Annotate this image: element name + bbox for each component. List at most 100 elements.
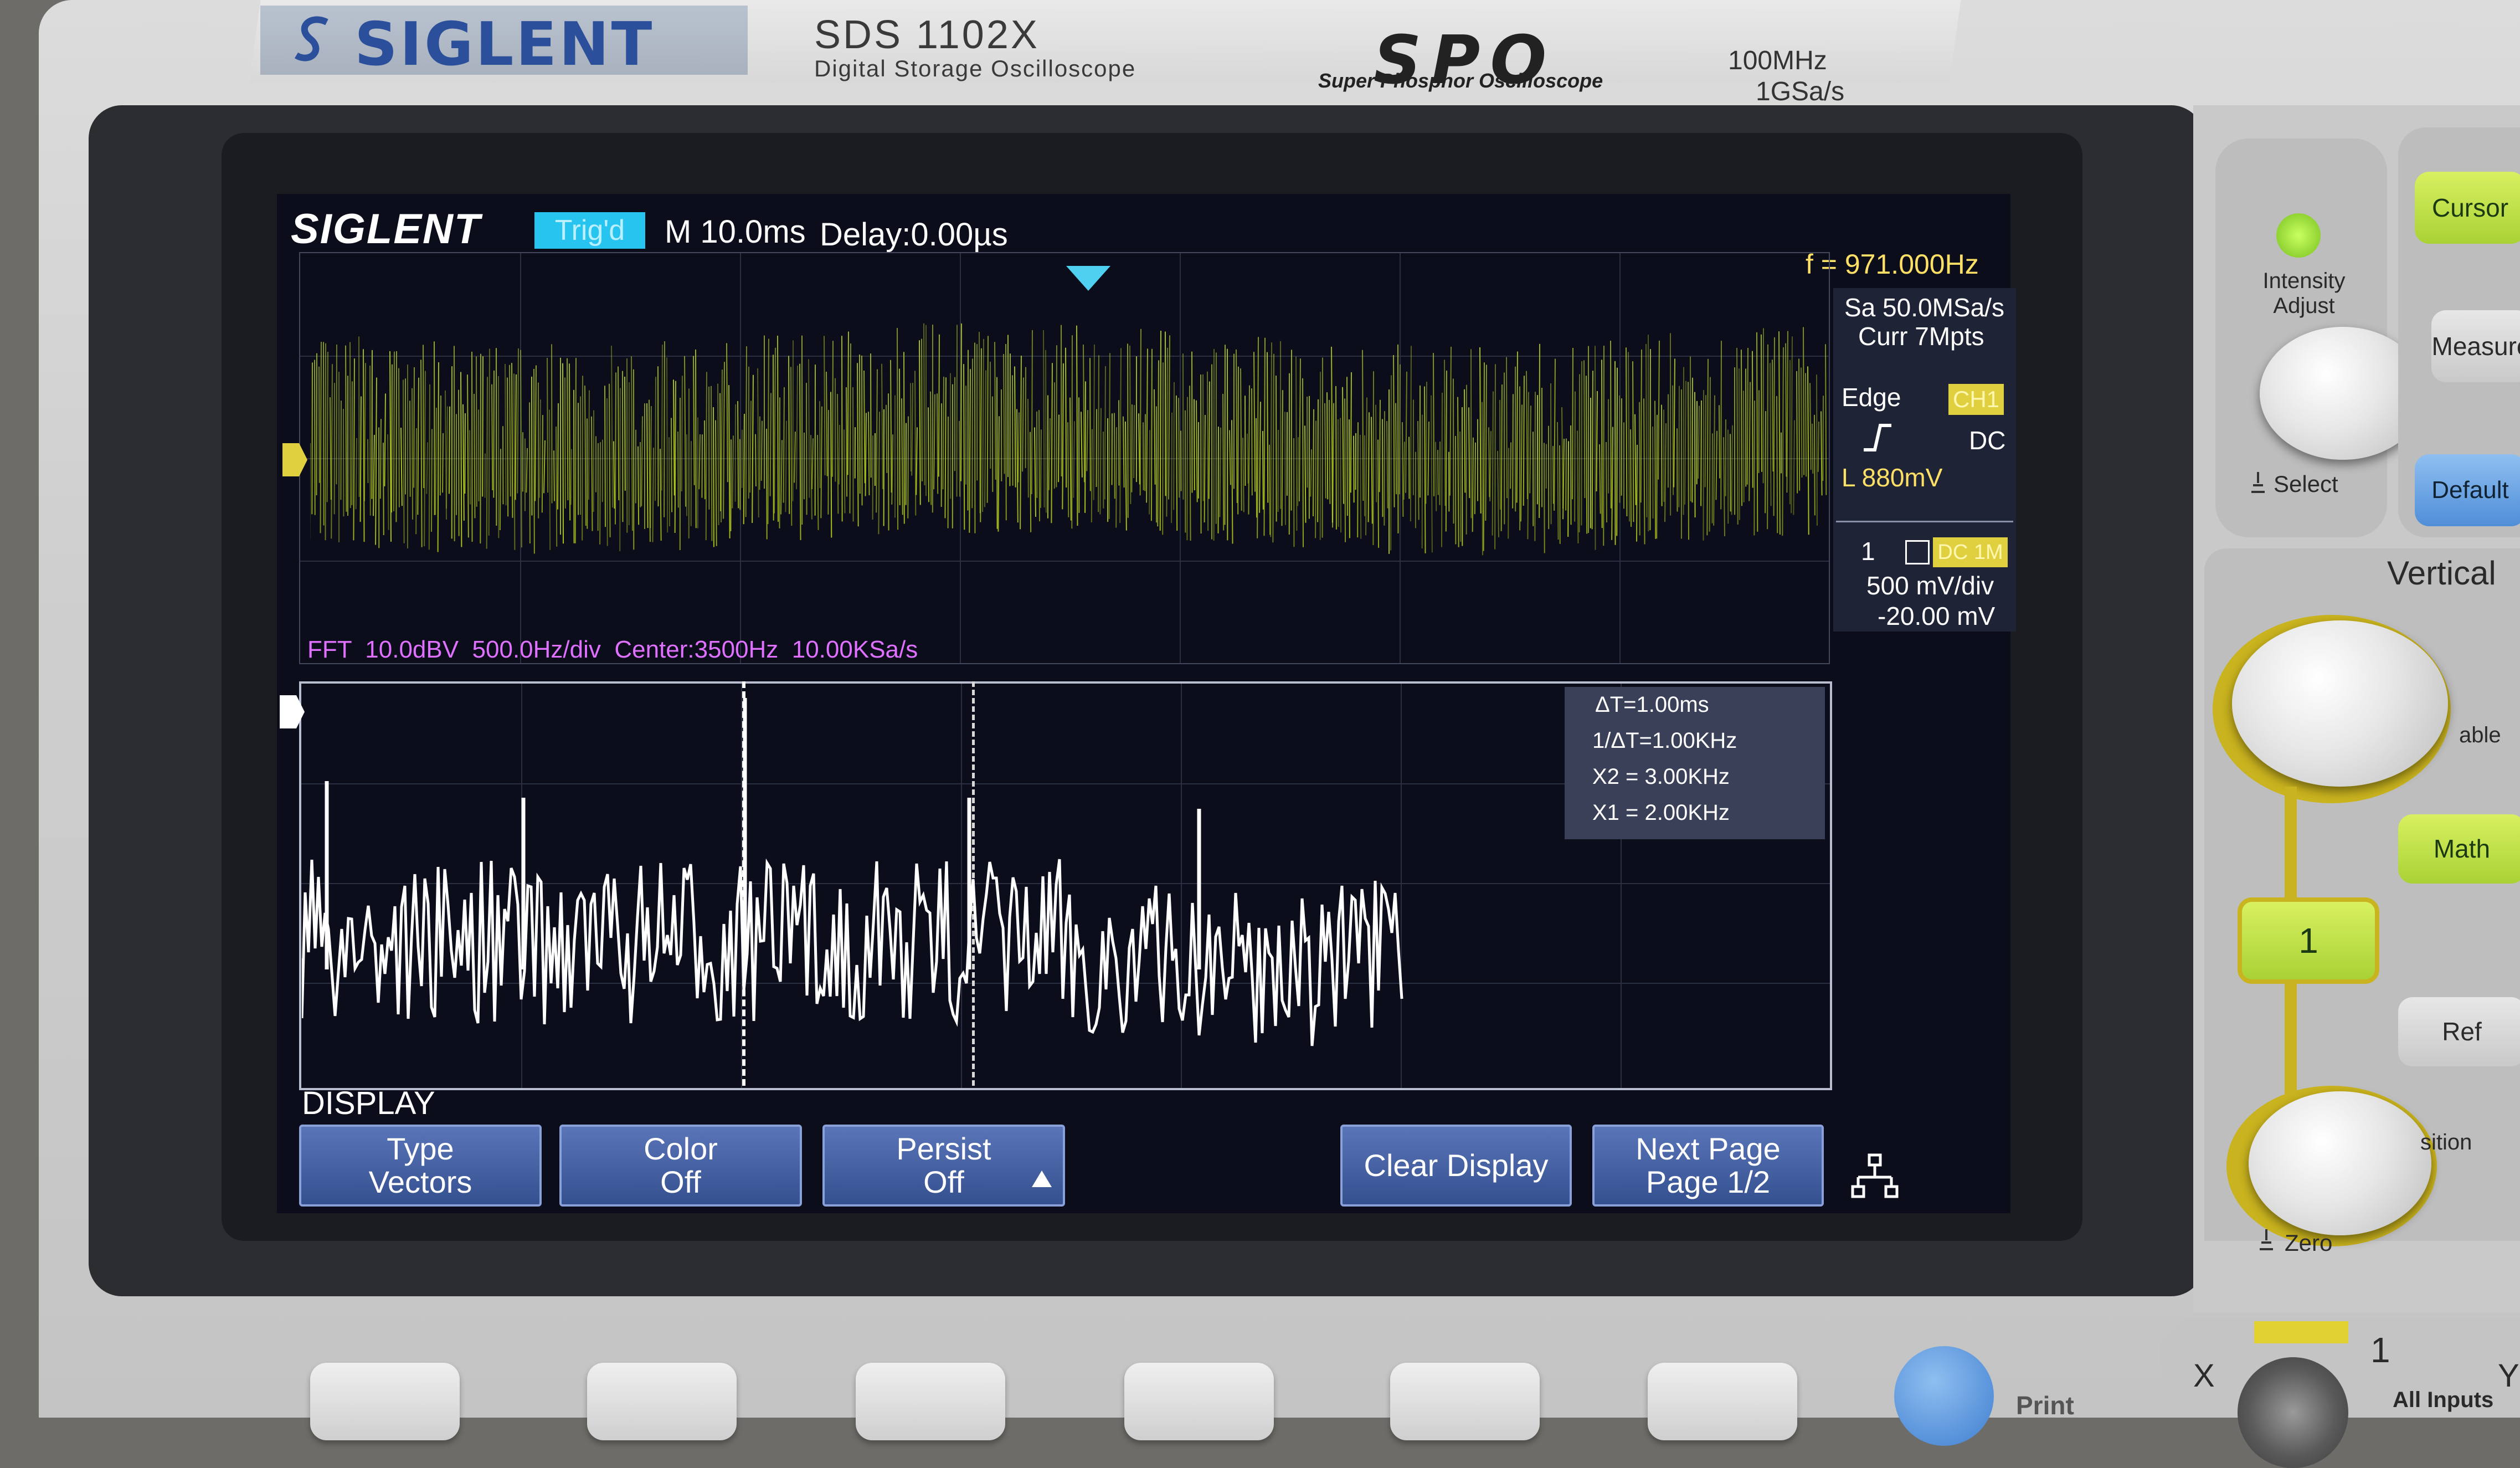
ch1-trace-segment xyxy=(817,435,818,530)
ch1-trace-segment xyxy=(323,342,324,525)
menu-title: DISPLAY xyxy=(302,1085,435,1122)
hw-softkey-3[interactable] xyxy=(856,1363,1005,1440)
ch1-trace-segment xyxy=(1143,422,1144,490)
softkey-color[interactable]: Color Off xyxy=(559,1125,802,1207)
cursor-x2-value: X2 = 3.00KHz xyxy=(1592,764,1730,789)
ch1-trace-segment xyxy=(669,437,670,526)
ch1-trace-segment xyxy=(1825,344,1826,495)
softkey-next-page[interactable]: Next Page Page 1/2 xyxy=(1592,1125,1824,1207)
ch1-trace-segment xyxy=(1125,422,1127,531)
hw-softkey-5[interactable] xyxy=(1390,1363,1540,1440)
ch1-trace-segment xyxy=(1586,376,1587,533)
measure-button[interactable]: Measure xyxy=(2431,310,2520,382)
hw-softkey-6[interactable] xyxy=(1648,1363,1797,1440)
ch1-trace-segment xyxy=(350,342,351,509)
ch1-trace-segment xyxy=(1146,348,1148,502)
ch1-trace-segment xyxy=(826,372,827,476)
ch1-trace-segment xyxy=(1526,371,1528,499)
position-label: sition xyxy=(2420,1130,2472,1155)
volts-div-knob[interactable] xyxy=(2232,620,2448,787)
bnc-input-connector[interactable] xyxy=(2238,1357,2348,1468)
brand-logo: SIGLENT xyxy=(354,10,654,79)
ch1-trace-segment xyxy=(882,364,883,489)
ch1-trace-segment xyxy=(476,357,477,507)
ch1-trace-segment xyxy=(650,406,651,528)
ch1-trace-segment xyxy=(401,428,402,506)
math-button[interactable]: Math xyxy=(2398,814,2520,884)
ch1-trace-segment xyxy=(1362,350,1363,501)
ch1-trace-segment xyxy=(615,372,616,524)
hw-softkey-2[interactable] xyxy=(587,1363,737,1440)
ch1-trace-segment xyxy=(449,407,450,494)
ch1-trace-segment xyxy=(1169,335,1170,499)
ch1-trace-segment xyxy=(1160,331,1161,531)
ch1-trace-segment xyxy=(611,346,613,507)
softkey-persist[interactable]: Persist Off xyxy=(822,1125,1065,1207)
ch1-trace-segment xyxy=(1818,422,1819,472)
ch1-trace-segment xyxy=(699,434,700,489)
default-button[interactable]: Default xyxy=(2415,454,2520,526)
ch1-trace-segment xyxy=(821,407,822,519)
ch1-trace-segment xyxy=(1259,402,1261,513)
ch1-trace-segment xyxy=(864,371,865,483)
ch1-trace-segment xyxy=(440,396,441,495)
print-button[interactable] xyxy=(1894,1346,1994,1446)
ch1-trace-segment xyxy=(489,348,490,535)
all-inputs-label: All Inputs xyxy=(2393,1388,2493,1413)
fft-offset-marker-icon xyxy=(280,695,305,728)
channel-1-button[interactable]: 1 xyxy=(2238,897,2379,984)
ch1-trace-segment xyxy=(995,342,996,480)
frequency-readout: f = 971.000Hz xyxy=(1806,248,1979,280)
ch1-trace-segment xyxy=(718,384,719,525)
ch1-trace-segment xyxy=(844,429,845,513)
ch1-trace-segment xyxy=(1123,417,1124,487)
ch1-trace-segment xyxy=(569,363,570,520)
ch1-trace-segment xyxy=(1282,390,1283,526)
softkey-next-page-value: Page 1/2 xyxy=(1595,1166,1822,1199)
ch1-trace-segment xyxy=(539,399,541,498)
hw-softkey-4[interactable] xyxy=(1124,1363,1274,1440)
cursor-button[interactable]: Cursor xyxy=(2415,172,2520,244)
ch1-trace-segment xyxy=(1747,348,1748,485)
hw-softkey-1[interactable] xyxy=(310,1363,460,1440)
ch1-trace-segment xyxy=(1140,329,1141,496)
sample-rate-readout: Sa 50.0MSa/s xyxy=(1844,292,2004,322)
ch1-trace-segment xyxy=(837,394,838,514)
ch1-trace-segment xyxy=(1083,345,1084,482)
softkey-clear-display[interactable]: Clear Display xyxy=(1340,1125,1572,1207)
ch1-trace-segment xyxy=(1035,428,1036,517)
ch1-trace-segment xyxy=(980,348,981,522)
ch1-trace-segment xyxy=(1426,382,1427,504)
ch1-trace-segment xyxy=(937,393,938,494)
ch1-trace-segment xyxy=(652,448,654,542)
ch1-trace-segment xyxy=(1692,378,1693,502)
ch1-trace-segment xyxy=(380,419,381,499)
ch1-trace-segment xyxy=(480,354,481,543)
ch1-trace-segment xyxy=(438,362,439,552)
ch1-trace-segment xyxy=(320,342,321,533)
ch1-trace-segment xyxy=(507,377,508,516)
ch1-trace-segment xyxy=(1490,431,1491,501)
screen-logo: SIGLENT xyxy=(291,205,481,253)
ch1-trace-segment xyxy=(423,345,424,488)
vertical-position-knob[interactable] xyxy=(2249,1091,2431,1235)
ch1-trace-segment xyxy=(655,377,656,501)
ch1-trace-segment xyxy=(1584,360,1585,498)
ch1-trace-segment xyxy=(824,336,825,475)
ch1-trace-segment xyxy=(857,363,858,526)
ch1-trace-segment xyxy=(403,380,404,543)
ch1-trace-segment xyxy=(746,346,747,517)
ch1-trace-segment xyxy=(806,383,807,515)
ch1-trace-segment xyxy=(1081,412,1082,478)
ch1-trace-segment xyxy=(1793,420,1794,515)
ch1-trace-segment xyxy=(1530,406,1531,493)
ch1-trace-segment xyxy=(1310,449,1312,496)
ref-button[interactable]: Ref xyxy=(2398,997,2520,1066)
ch1-trace-segment xyxy=(1639,402,1640,536)
ch1-trace-segment xyxy=(505,364,506,505)
ch1-trace-segment xyxy=(383,443,384,535)
ch1-noise-trace xyxy=(310,299,1828,654)
softkey-type[interactable]: Type Vectors xyxy=(299,1125,542,1207)
info-divider xyxy=(1836,521,2013,522)
ch1-trace-segment xyxy=(396,351,397,522)
